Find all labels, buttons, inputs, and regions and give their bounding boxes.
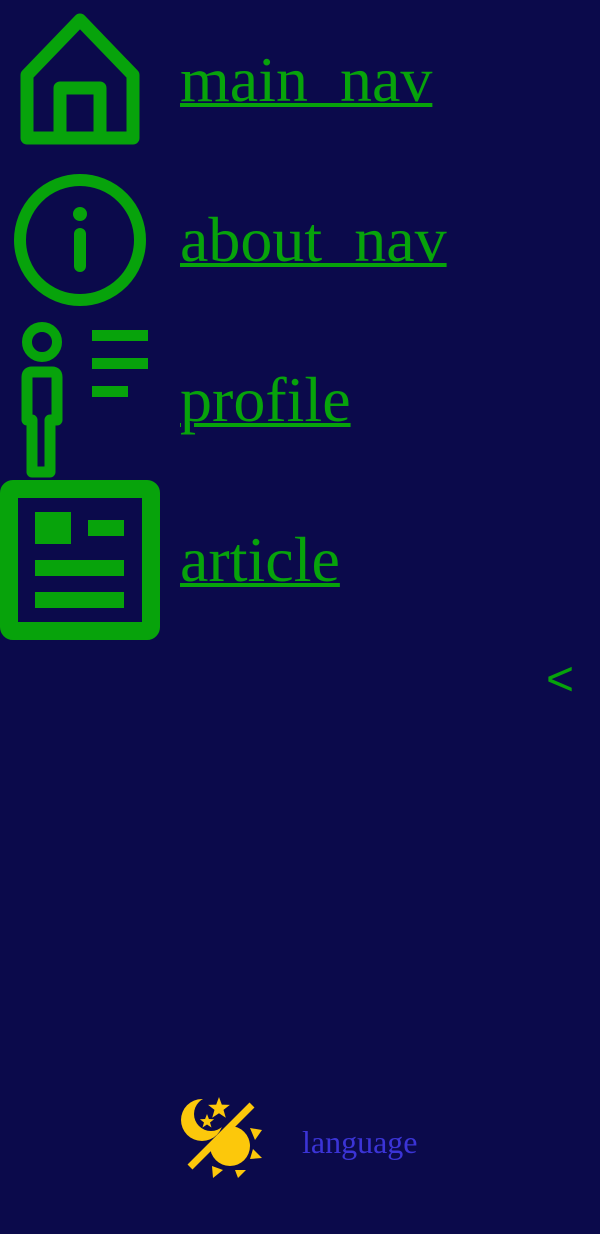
info-icon[interactable] <box>0 160 160 320</box>
nav-item-about[interactable]: about nav <box>0 160 600 320</box>
nav-item-profile[interactable]: profile <box>0 320 600 480</box>
profile-icon[interactable] <box>0 320 160 480</box>
day-night-toggle-icon <box>181 1097 262 1178</box>
nav-item-main[interactable]: main nav <box>0 0 600 160</box>
nav-link-article[interactable]: article <box>180 480 340 640</box>
nav-item-article[interactable]: article <box>0 480 600 640</box>
nav-link-about[interactable]: about nav <box>180 160 447 320</box>
home-icon[interactable] <box>0 0 160 160</box>
language-link[interactable]: language <box>302 1122 418 1162</box>
theme-toggle-button[interactable] <box>178 1094 266 1182</box>
nav-link-main[interactable]: main nav <box>180 0 432 160</box>
nav-link-profile[interactable]: profile <box>180 320 351 480</box>
article-icon[interactable] <box>0 480 160 640</box>
collapse-sidebar-button[interactable]: < <box>538 650 582 710</box>
